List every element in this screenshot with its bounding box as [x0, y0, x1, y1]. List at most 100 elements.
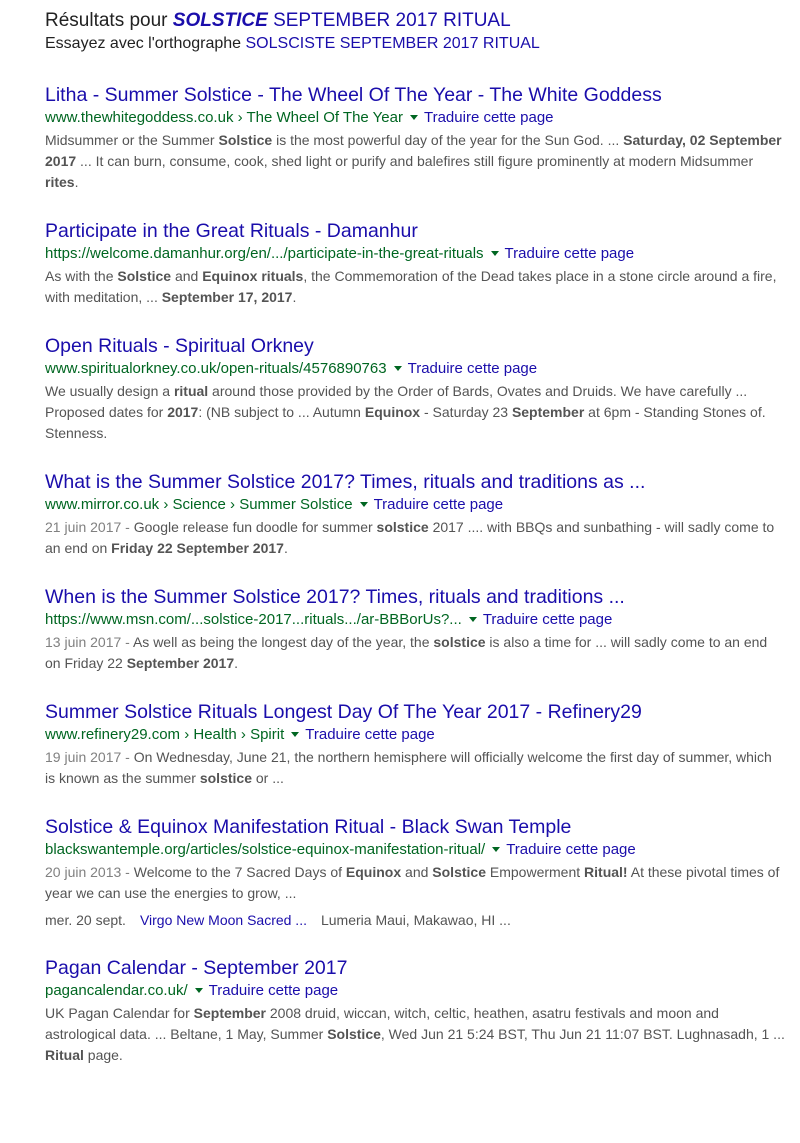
- search-result: Litha - Summer Solstice - The Wheel Of T…: [45, 83, 785, 193]
- snippet-highlight: rites: [45, 174, 75, 190]
- result-url-line: https://welcome.damanhur.org/en/.../part…: [45, 243, 785, 265]
- snippet-highlight: Ritual!: [584, 864, 628, 880]
- search-result: Summer Solstice Rituals Longest Day Of T…: [45, 700, 785, 789]
- snippet-text: UK Pagan Calendar for: [45, 1005, 194, 1021]
- translate-page-link[interactable]: Traduire cette page: [424, 109, 554, 126]
- result-title-link[interactable]: Pagan Calendar - September 2017: [45, 956, 785, 980]
- result-url: https://welcome.damanhur.org/en/.../part…: [45, 245, 484, 262]
- result-url-line: www.refinery29.com › Health › Spirit Trad…: [45, 724, 785, 746]
- snippet-highlight: ritual: [173, 383, 209, 399]
- snippet-text: .: [234, 655, 239, 671]
- caret-down-icon[interactable]: [393, 365, 402, 371]
- search-result: Solstice & Equinox Manifestation Ritual …: [45, 815, 785, 930]
- snippet-text: is the most powerful day of the year for…: [272, 132, 624, 148]
- result-snippet: 19 juin 2017 - On Wednesday, June 21, th…: [45, 747, 785, 789]
- snippet-text: .: [74, 174, 79, 190]
- search-result: Participate in the Great Rituals - Daman…: [45, 219, 785, 308]
- search-instead-for: Essayez avec l'orthographe SOLSCISTE SEP…: [45, 34, 785, 54]
- translate-page-link[interactable]: Traduire cette page: [505, 245, 635, 262]
- results-list: Litha - Summer Solstice - The Wheel Of T…: [45, 83, 785, 1066]
- translate-page-link[interactable]: Traduire cette page: [483, 611, 613, 628]
- result-url: blackswantemple.org/articles/solstice-eq…: [45, 841, 486, 858]
- snippet-highlight: 2017: [167, 404, 199, 420]
- snippet-date: 20 juin 2013 -: [45, 864, 134, 880]
- translate-page-link[interactable]: Traduire cette page: [506, 841, 636, 858]
- result-snippet: 21 juin 2017 - Google release fun doodle…: [45, 517, 785, 559]
- result-snippet: 13 juin 2017 - As well as being the long…: [45, 632, 785, 674]
- snippet-text: As with the: [45, 268, 118, 284]
- caret-down-icon[interactable]: [291, 731, 300, 737]
- result-title-link[interactable]: Open Rituals - Spiritual Orkney: [45, 334, 785, 358]
- caret-down-icon[interactable]: [492, 846, 501, 852]
- result-title-link[interactable]: What is the Summer Solstice 2017? Times,…: [45, 470, 785, 494]
- result-title-link[interactable]: Litha - Summer Solstice - The Wheel Of T…: [45, 83, 785, 107]
- result-url-line: www.spiritualorkney.co.uk/open-rituals/4…: [45, 358, 785, 380]
- result-snippet: Midsummer or the Summer Solstice is the …: [45, 130, 785, 193]
- snippet-text: Midsummer or the Summer: [45, 132, 219, 148]
- showing-results-prefix: Résultats pour: [45, 10, 173, 31]
- snippet-highlight: September 17, 2017: [161, 289, 293, 305]
- search-result: Open Rituals - Spiritual Orkney www.spiri…: [45, 334, 785, 444]
- snippet-highlight: Solstice: [327, 1026, 381, 1042]
- snippet-highlight: Equinox: [345, 864, 402, 880]
- corrected-query-rest[interactable]: SEPTEMBER 2017 RITUAL: [268, 10, 511, 31]
- snippet-highlight: solstice: [433, 634, 486, 650]
- result-url: pagancalendar.co.uk/: [45, 982, 188, 999]
- snippet-highlight: Equinox: [364, 404, 421, 420]
- result-snippet: As with the Solstice and Equinox rituals…: [45, 266, 785, 308]
- snippet-text: page.: [83, 1047, 123, 1063]
- caret-down-icon[interactable]: [468, 616, 477, 622]
- result-url-line: pagancalendar.co.uk/Traduire cette page: [45, 980, 785, 1002]
- event-row: mer. 20 sept. Virgo New Moon Sacred ... Lu…: [45, 910, 785, 930]
- snippet-highlight: Solstice: [218, 132, 273, 148]
- search-result: Pagan Calendar - September 2017 pagancale…: [45, 956, 785, 1066]
- result-url-line: blackswantemple.org/articles/solstice-eq…: [45, 839, 785, 861]
- snippet-highlight: Solstice: [117, 268, 172, 284]
- snippet-text: .: [292, 289, 297, 305]
- snippet-text: On Wednesday, June 21, the northern hemi…: [45, 749, 772, 786]
- translate-page-link[interactable]: Traduire cette page: [374, 496, 504, 513]
- caret-down-icon[interactable]: [194, 987, 203, 993]
- result-url: https://www.msn.com/...solstice-2017...r…: [45, 611, 462, 628]
- snippet-highlight: solstice: [199, 770, 252, 786]
- snippet-highlight: September: [193, 1005, 266, 1021]
- translate-page-link[interactable]: Traduire cette page: [305, 726, 435, 743]
- snippet-text: As well as being the longest day of the …: [132, 634, 434, 650]
- snippet-text: or ...: [251, 770, 284, 786]
- result-snippet: UK Pagan Calendar for September 2008 dru…: [45, 1003, 785, 1066]
- result-title-link[interactable]: Summer Solstice Rituals Longest Day Of T…: [45, 700, 785, 724]
- snippet-text: We usually design a: [45, 383, 174, 399]
- snippet-highlight: September 2017: [126, 655, 235, 671]
- snippet-date: 19 juin 2017 -: [45, 749, 134, 765]
- snippet-text: Google release fun doodle for summer: [133, 519, 377, 535]
- snippet-text: , Wed Jun 21 5:24 BST, Thu Jun 21 11:07 …: [380, 1026, 785, 1042]
- caret-down-icon[interactable]: [409, 114, 418, 120]
- snippet-highlight: solstice: [376, 519, 429, 535]
- caret-down-icon[interactable]: [490, 250, 499, 256]
- snippet-text: Empowerment: [486, 864, 585, 880]
- search-result: When is the Summer Solstice 2017? Times,…: [45, 585, 785, 674]
- result-title-link[interactable]: When is the Summer Solstice 2017? Times,…: [45, 585, 785, 609]
- result-url: www.spiritualorkney.co.uk/open-rituals/4…: [45, 360, 387, 377]
- caret-down-icon[interactable]: [359, 501, 368, 507]
- snippet-date: 13 juin 2017 -: [45, 634, 133, 650]
- snippet-highlight: Friday 22 September 2017: [111, 540, 284, 556]
- result-snippet: 20 juin 2013 - Welcome to the 7 Sacred D…: [45, 862, 785, 904]
- snippet-highlight: September: [511, 404, 585, 420]
- search-instead-prefix: Essayez avec l'orthographe: [45, 35, 246, 52]
- result-title-link[interactable]: Solstice & Equinox Manifestation Ritual …: [45, 815, 785, 839]
- translate-page-link[interactable]: Traduire cette page: [209, 982, 339, 999]
- snippet-date: 21 juin 2017 -: [45, 519, 134, 535]
- snippet-highlight: Ritual: [45, 1047, 84, 1063]
- showing-results-for: Résultats pour SOLSTICE SEPTEMBER 2017 R…: [45, 8, 785, 34]
- result-url-line: www.thewhitegoddess.co.uk › The Wheel Of…: [45, 107, 785, 129]
- original-query-link[interactable]: SOLSCISTE SEPTEMBER 2017 RITUAL: [246, 35, 540, 52]
- corrected-query-term[interactable]: SOLSTICE: [173, 10, 268, 31]
- event-link[interactable]: Virgo New Moon Sacred ...: [140, 912, 307, 928]
- snippet-text: and: [401, 864, 433, 880]
- translate-page-link[interactable]: Traduire cette page: [408, 360, 538, 377]
- snippet-text: Welcome to the 7 Sacred Days of: [133, 864, 346, 880]
- result-url: www.refinery29.com › Health › Spirit: [45, 726, 285, 743]
- result-title-link[interactable]: Participate in the Great Rituals - Daman…: [45, 219, 785, 243]
- event-place: Lumeria Maui, Makawao, HI ...: [320, 912, 511, 928]
